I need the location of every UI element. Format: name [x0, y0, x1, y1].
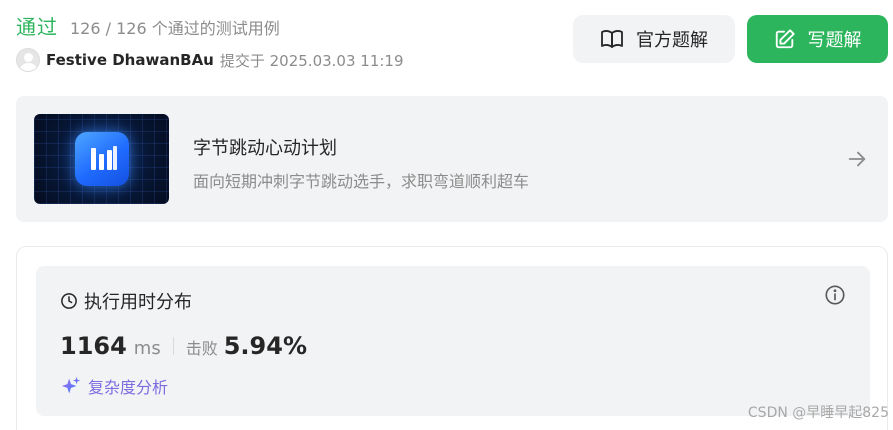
tests-passed-text: 126 / 126 个通过的测试用例 — [70, 19, 280, 38]
complexity-analysis-link[interactable]: 复杂度分析 — [60, 374, 168, 398]
clock-icon — [61, 293, 77, 309]
bar-chart-logo-icon — [75, 132, 129, 186]
metrics-divider — [172, 337, 174, 355]
beats-label: 击败 — [185, 339, 218, 358]
official-solution-button[interactable]: 官方题解 — [573, 15, 735, 63]
watermark: CSDN @早睡早起825 — [747, 405, 889, 421]
submission-author: Festive DhawanBAu 提交于 2025.03.03 11:19 — [16, 48, 404, 72]
write-solution-label: 写题解 — [807, 30, 862, 51]
avatar[interactable] — [16, 48, 40, 72]
info-icon[interactable] — [824, 284, 846, 306]
edit-icon — [775, 29, 795, 49]
submitted-time: 提交于 2025.03.03 11:19 — [219, 51, 404, 70]
promo-image — [34, 114, 169, 204]
arrow-right-icon[interactable] — [846, 148, 868, 170]
runtime-title: 执行用时分布 — [60, 288, 192, 314]
write-solution-button[interactable]: 写题解 — [747, 15, 888, 63]
runtime-unit: ms — [133, 338, 161, 359]
status-text: 通过 — [16, 15, 58, 39]
runtime-value: 1164 — [60, 332, 127, 360]
promo-title: 字节跳动心动计划 — [193, 138, 337, 159]
submission-status: 通过 126 / 126 个通过的测试用例 — [16, 11, 280, 40]
promo-subtitle: 面向短期冲刺字节跳动选手，求职弯道顺利超车 — [193, 172, 530, 191]
promo-banner[interactable]: 字节跳动心动计划 面向短期冲刺字节跳动选手，求职弯道顺利超车 — [16, 96, 888, 222]
username[interactable]: Festive DhawanBAu — [46, 51, 214, 69]
runtime-title-text: 执行用时分布 — [84, 292, 192, 313]
runtime-panel[interactable]: 执行用时分布 1164 ms 击败 5.94% 复杂度分析 — [36, 266, 870, 416]
complexity-label: 复杂度分析 — [88, 378, 169, 397]
sparkle-icon — [61, 376, 81, 394]
beats-value: 5.94% — [223, 332, 307, 360]
runtime-metrics: 1164 ms 击败 5.94% — [60, 332, 307, 360]
book-icon — [601, 30, 623, 48]
official-solution-label: 官方题解 — [636, 30, 708, 51]
